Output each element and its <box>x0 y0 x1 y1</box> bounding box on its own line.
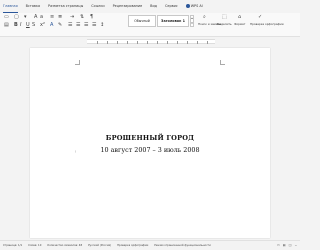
tab-references[interactable]: Ссылки <box>91 0 104 13</box>
tab-tools[interactable]: Сервис <box>165 0 178 13</box>
ai-label: WPS AI <box>190 4 203 8</box>
status-page[interactable]: Страница: 1/1 <box>3 244 22 247</box>
justify-icon[interactable]: ☰ <box>92 23 96 28</box>
tab-view[interactable]: Вид <box>150 0 157 13</box>
status-chars[interactable]: Количество символов: 48 <box>47 244 82 247</box>
spell-check-label[interactable]: Проверка орфографии <box>250 22 284 27</box>
read-mode-icon[interactable]: ▭ <box>277 243 280 247</box>
ribbon: ▭ ▢ ▾ A a ≡ ≣ ⇥ ⇅ ¶ ▤ B I U S x² A ✎ ☰ ☰… <box>0 13 300 37</box>
zoom-out-icon[interactable]: − <box>294 243 297 247</box>
indent-icon[interactable]: ⇥ <box>70 15 74 20</box>
bold-icon[interactable]: B <box>14 23 18 28</box>
strikethrough-icon[interactable]: S <box>32 23 35 28</box>
ai-icon <box>185 4 190 8</box>
paste-icon[interactable]: ▭ <box>4 15 9 20</box>
web-layout-icon[interactable]: ◫ <box>289 243 292 247</box>
select-label[interactable]: Выделить <box>217 22 232 27</box>
style-heading-1[interactable]: Заголовок 1 <box>157 15 189 27</box>
line-spacing-icon[interactable]: ↕ <box>100 23 104 28</box>
clipboard-icon[interactable]: ▤ <box>4 23 9 28</box>
font-box-icon[interactable]: ▢ <box>14 15 19 20</box>
superscript-icon[interactable]: x² <box>40 23 45 28</box>
font-size-icon[interactable]: ▾ <box>24 15 27 20</box>
format-label[interactable]: Формат <box>234 22 245 27</box>
status-words[interactable]: Слова: 10 <box>28 244 41 247</box>
document-title[interactable]: БРОШЕННЫЙ ГОРОД <box>30 134 270 142</box>
align-left-icon[interactable]: ☰ <box>68 23 72 28</box>
tab-home[interactable]: Главная <box>3 1 18 13</box>
spell-check-icon[interactable]: ✓ <box>258 15 262 20</box>
status-spell[interactable]: Проверка орфографии <box>117 244 148 247</box>
tab-page-layout[interactable]: Разметка страницы <box>48 0 83 13</box>
show-marks-icon[interactable]: ¶ <box>90 15 93 20</box>
tab-review[interactable]: Рецензирование <box>113 0 143 13</box>
underline-icon[interactable]: U <box>26 23 30 28</box>
format-painter-icon[interactable]: ⌂ <box>238 15 241 20</box>
styles-more-icon[interactable]: ▴ ▾ <box>190 15 194 27</box>
menu-bar: Главная Вставка Разметка страницы Ссылки… <box>0 0 300 13</box>
shrink-font-icon[interactable]: a <box>40 15 43 20</box>
document-subtitle[interactable]: 10 август 2007 – 3 июль 2008 <box>30 146 270 154</box>
tab-wps-ai[interactable]: WPS AI <box>185 0 203 13</box>
status-mode: Режим ограниченной функциональности <box>154 244 211 247</box>
margin-corner-top-right <box>220 60 225 65</box>
margin-corner-top-left <box>75 60 80 65</box>
align-center-icon[interactable]: ☰ <box>76 23 80 28</box>
view-controls: ▭ ▤ ◫ − <box>277 243 297 247</box>
style-normal[interactable]: Обычный <box>128 15 156 27</box>
sort-icon[interactable]: ⇅ <box>80 15 84 20</box>
select-icon[interactable]: ⬚ <box>222 15 227 20</box>
print-layout-icon[interactable]: ▤ <box>283 243 286 247</box>
status-language[interactable]: Русский (Россия) <box>88 244 111 247</box>
list-bullet-icon[interactable]: ≡ <box>50 15 54 20</box>
align-right-icon[interactable]: ☰ <box>84 23 88 28</box>
italic-icon[interactable]: I <box>20 23 21 28</box>
ruler-track[interactable] <box>87 39 215 44</box>
status-bar: Страница: 1/1 Слова: 10 Количество симво… <box>0 240 300 250</box>
tab-insert[interactable]: Вставка <box>26 0 40 13</box>
highlight-icon[interactable]: ✎ <box>58 23 62 28</box>
font-color-icon[interactable]: A <box>50 23 53 28</box>
document-page[interactable]: ⁞ БРОШЕННЫЙ ГОРОД 10 август 2007 – 3 июл… <box>30 48 270 238</box>
find-icon[interactable]: ⌕ <box>203 15 206 20</box>
horizontal-ruler <box>0 38 300 45</box>
grow-font-icon[interactable]: A <box>34 15 37 20</box>
list-number-icon[interactable]: ≣ <box>58 15 62 20</box>
